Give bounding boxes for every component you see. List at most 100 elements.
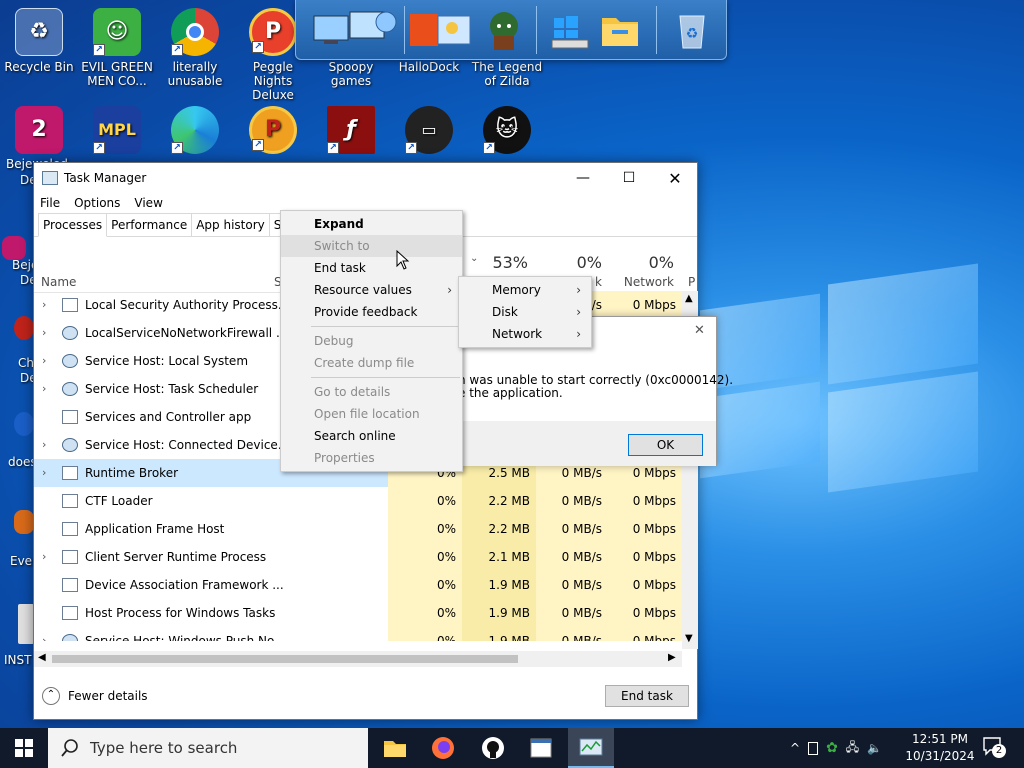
tab-app-history[interactable]: App history <box>191 213 270 236</box>
menu-item-open-file-location[interactable]: Open file location <box>281 403 462 425</box>
disk-percent[interactable]: 0% <box>534 253 602 272</box>
table-row[interactable]: › Service Host: Windows Push No... 0% 1.9 M… <box>34 627 682 641</box>
submenu-item-network[interactable]: Network › <box>459 323 591 345</box>
mpl-icon: MPL ↗ <box>93 106 141 154</box>
fewer-details-button[interactable]: ⌃ Fewer details <box>42 687 148 705</box>
chevron-right-icon[interactable]: › <box>42 550 46 563</box>
chevron-right-icon: › <box>576 305 581 319</box>
volume-icon[interactable]: 🔈 <box>867 741 882 755</box>
menu-item-search-online[interactable]: Search online <box>281 425 462 447</box>
desktop-icon-chrome[interactable]: ↗ literally unusable <box>158 8 232 88</box>
action-center-button[interactable]: 2 <box>982 736 1008 760</box>
office-icon[interactable] <box>408 8 474 52</box>
chevron-right-icon[interactable]: › <box>42 354 46 367</box>
desktop-icon-github[interactable]: 🐱 ↗ <box>470 106 544 158</box>
menu-item-switch-to[interactable]: Switch to <box>281 235 462 257</box>
menu-view[interactable]: View <box>134 196 162 210</box>
menu-options[interactable]: Options <box>74 196 120 210</box>
scroll-up-icon[interactable]: ▲ <box>685 293 693 304</box>
desktop-icon-edge[interactable]: ↗ <box>158 106 232 158</box>
close-button[interactable]: ✕ <box>652 163 698 193</box>
column-power[interactable]: P <box>688 275 695 289</box>
scroll-right-icon[interactable]: ▶ <box>668 652 676 663</box>
menu-item-create-dump-file[interactable]: Create dump file <box>281 352 462 374</box>
chevron-right-icon[interactable]: › <box>42 438 46 451</box>
network-percent[interactable]: 0% <box>608 253 674 272</box>
chevron-up-icon[interactable]: ^ <box>790 741 800 755</box>
chevron-right-icon[interactable]: › <box>42 634 46 641</box>
network-icon[interactable]: 🖧 <box>846 738 859 759</box>
taskbar-file-explorer[interactable] <box>380 733 410 763</box>
maximize-button[interactable]: ☐ <box>606 163 652 193</box>
process-icon <box>62 606 78 620</box>
task-manager-icon <box>579 738 603 756</box>
column-network[interactable]: Network <box>608 275 674 289</box>
menu-item-debug[interactable]: Debug <box>281 330 462 352</box>
ok-button[interactable]: OK <box>628 434 703 456</box>
file-explorer-icon[interactable] <box>598 8 642 52</box>
cell-cpu: 0% <box>388 627 462 641</box>
desktop-partial-label: INST <box>4 653 32 667</box>
horizontal-scroll-thumb[interactable] <box>52 655 518 663</box>
table-row[interactable]: Application Frame Host 0% 2.2 MB 0 MB/s 0 Mb… <box>34 515 682 543</box>
menu-item-end-task[interactable]: End task <box>281 257 462 279</box>
desktop-icon-bejeweled[interactable]: 2 <box>2 106 76 158</box>
desktop-icon-evil-green-men[interactable]: ☺ ↗ EVIL GREEN MEN CO... <box>80 8 154 88</box>
chevron-right-icon[interactable]: › <box>42 382 46 395</box>
clock[interactable]: 12:51 PM 10/31/2024 <box>900 731 980 765</box>
desktop-icon-peggle-2[interactable]: P ↗ <box>236 106 310 158</box>
menu-item-resource-values[interactable]: Resource values › <box>281 279 462 301</box>
scroll-down-icon[interactable]: ▼ <box>685 633 693 644</box>
scroll-left-icon[interactable]: ◀ <box>38 652 46 663</box>
taskbar-github[interactable] <box>478 733 508 763</box>
table-row[interactable]: CTF Loader 0% 2.2 MB 0 MB/s 0 Mbps <box>34 487 682 515</box>
dialog-close-icon[interactable]: ✕ <box>694 323 705 338</box>
process-name: Local Security Authority Process... <box>85 298 290 312</box>
chevron-right-icon[interactable]: › <box>42 298 46 311</box>
tablet-icon[interactable] <box>808 741 819 755</box>
recycle-bin-dock-icon[interactable]: ♻ <box>670 8 714 52</box>
memory-percent[interactable]: 53% <box>464 253 528 272</box>
menu-file[interactable]: File <box>40 196 60 210</box>
minimize-button[interactable]: — <box>560 163 606 193</box>
column-name[interactable]: Name <box>41 275 76 289</box>
app-icon <box>14 316 34 340</box>
desktop-icon-app[interactable]: ▭ ↗ <box>392 106 466 158</box>
cell-memory: 1.9 MB <box>462 571 536 599</box>
tab-processes[interactable]: Processes <box>38 213 108 237</box>
menu-item-go-to-details[interactable]: Go to details <box>281 381 462 403</box>
taskbar-task-manager-active[interactable] <box>568 728 614 768</box>
desktop-icon-partial-1[interactable] <box>2 236 34 260</box>
table-row[interactable]: Host Process for Windows Tasks 0% 1.9 MB 0 … <box>34 599 682 627</box>
flash-icon: ƒ ↗ <box>327 106 375 154</box>
menu-item-provide-feedback[interactable]: Provide feedback <box>281 301 462 323</box>
taskbar-firefox[interactable] <box>428 733 458 763</box>
tab-performance[interactable]: Performance <box>106 213 193 236</box>
chevron-right-icon[interactable]: › <box>42 326 46 339</box>
github-icon: 🐱 ↗ <box>483 106 531 154</box>
table-row[interactable]: › Client Server Runtime Process 0% 2.1 MB 0 … <box>34 543 682 571</box>
submenu-item-memory[interactable]: Memory › <box>459 279 591 301</box>
desktop-icon-recycle-bin[interactable]: ♻ Recycle Bin <box>2 8 76 74</box>
submenu-item-disk[interactable]: Disk › <box>459 301 591 323</box>
process-name: Host Process for Windows Tasks <box>85 606 276 620</box>
taskbar-app-window[interactable] <box>526 733 556 763</box>
end-task-button[interactable]: End task <box>605 685 689 707</box>
table-row[interactable]: Device Association Framework ... 0% 1.9 MB… <box>34 571 682 599</box>
menu-item-properties[interactable]: Properties <box>281 447 462 469</box>
windows-drive-icon[interactable] <box>548 8 592 52</box>
desktop-icon-flash[interactable]: ƒ ↗ <box>314 106 388 158</box>
gear-icon <box>62 438 78 452</box>
desktop-icon-mpl[interactable]: MPL ↗ <box>80 106 154 158</box>
horizontal-scrollbar[interactable]: ◀ ▶ <box>34 651 682 667</box>
zilda-dock-icon[interactable] <box>482 8 526 52</box>
taskbar-search-box[interactable]: Type here to search <box>48 728 368 768</box>
app-icon <box>14 510 34 534</box>
cell-disk: 0 MB/s <box>536 599 608 627</box>
start-button[interactable] <box>0 728 48 768</box>
menu-item-expand[interactable]: Expand <box>281 213 462 235</box>
chevron-right-icon[interactable]: › <box>42 466 46 479</box>
taskbar: Type here to search ^ ✿ 🖧 🔈 12:51 PM 10/… <box>0 728 1024 768</box>
app-tray-icon[interactable]: ✿ <box>826 740 838 756</box>
computers-icon[interactable] <box>310 8 400 52</box>
